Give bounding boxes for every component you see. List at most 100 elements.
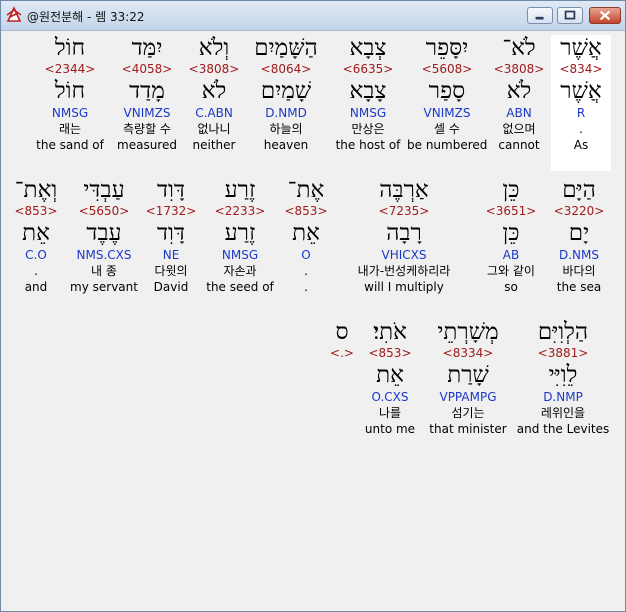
word-cell[interactable]: עַבְדִּי <5650> עֶבֶד NMS.CXS 내 종 my ser… <box>67 177 141 295</box>
word-cell[interactable]: וְלֹא <3808> לֹא C.ABN 없나니 neither <box>185 35 243 153</box>
word-cell[interactable]: הַלְוִיִּם <3881> לֵוִיִּי D.NMP 레위인을 an… <box>515 319 611 437</box>
english-gloss: so <box>504 280 518 294</box>
english-gloss: the sand of <box>36 138 104 152</box>
korean-gloss: 없으며 <box>502 122 536 136</box>
strong-number: <7235> <box>378 204 430 218</box>
strong-number: <3881> <box>537 346 589 360</box>
korean-gloss: 다윗의 <box>154 264 188 278</box>
parse-code: NMSG <box>221 248 259 262</box>
strong-number: <8334> <box>442 346 494 360</box>
english-gloss: measured <box>117 138 177 152</box>
hebrew-root: לֵוִיִּי <box>548 362 578 388</box>
hebrew-root: שָׁרַת <box>447 362 489 388</box>
strong-number: <5650> <box>78 204 130 218</box>
korean-gloss: . <box>579 122 583 136</box>
close-button[interactable] <box>589 7 621 24</box>
korean-gloss: . <box>34 264 38 278</box>
korean-gloss: 자손과 <box>223 264 257 278</box>
hebrew-root: חוֹל <box>54 78 86 104</box>
window-title: @원전분해 - 렘 33:22 <box>27 10 145 24</box>
hebrew-root: זֶרַע <box>224 220 256 246</box>
english-gloss: the host of <box>335 138 401 152</box>
word-cell[interactable]: צְבָא <6635> צָבָא NMSG 만상은 the host of <box>331 35 405 153</box>
hebrew-word: ס <box>335 319 349 345</box>
parse-code <box>327 389 357 405</box>
korean-gloss: 내 종 <box>91 264 117 278</box>
word-cell[interactable]: מְשָׁרְתֵי <8334> שָׁרַת VPPAMPG 섬기는 tha… <box>425 319 511 437</box>
korean-gloss: 섬기는 <box>451 406 485 420</box>
parse-code: NMS.CXS <box>76 248 132 262</box>
strong-number: <.> <box>330 346 354 360</box>
parse-code: R <box>576 106 586 120</box>
strong-number: <3220> <box>553 204 605 218</box>
strong-number: <853> <box>284 204 328 218</box>
strong-number: <2233> <box>214 204 266 218</box>
parse-code: NE <box>162 248 180 262</box>
hebrew-word: אַרְבֶּה <box>379 177 429 203</box>
word-cell[interactable]: וְאֶת־ <853> אֵת C.O . and <box>7 177 65 295</box>
hebrew-root: אֵת <box>22 220 50 246</box>
korean-gloss <box>327 405 357 421</box>
word-cell[interactable]: אַרְבֶּה <7235> רָבָה VHICXS 내가-번성케하리라 w… <box>335 177 473 295</box>
english-gloss: and <box>24 280 48 294</box>
word-cell[interactable]: חוֹל <2344> חוֹל NMSG 래는 the sand of <box>33 35 107 153</box>
hebrew-root: אֵת <box>292 220 320 246</box>
title-bar[interactable]: @원전분해 - 렘 33:22 <box>1 1 625 31</box>
word-cell[interactable]: לֹא־ <3808> לֹא ABN 없으며 cannot <box>491 35 547 153</box>
hebrew-root: מָדַד <box>129 78 165 104</box>
hebrew-word: צְבָא <box>349 35 387 61</box>
hebrew-word: זֶרַע <box>224 177 256 203</box>
word-cell[interactable]: יִמַּד <4058> מָדַד VNIMZS 측량할 수 measure… <box>111 35 183 153</box>
word-cell[interactable]: דָּוִד <1732> דָּוִד NE 다윗의 David <box>143 177 199 295</box>
english-gloss: the sea <box>556 280 602 294</box>
parse-code: ABN <box>506 106 532 120</box>
word-cell[interactable]: ס <.> <box>327 319 357 437</box>
word-cell[interactable]: אֹתִי׃ <853> אֵת O.CXS 나를 unto me <box>359 319 421 437</box>
strong-number: <6635> <box>342 62 394 76</box>
korean-gloss: 나를 <box>378 406 402 420</box>
parse-code: AB <box>502 248 520 262</box>
parse-code: NMSG <box>51 106 89 120</box>
korean-gloss: 측량할 수 <box>123 122 171 136</box>
korean-gloss: 레위인을 <box>540 406 586 420</box>
strong-number: <3808> <box>188 62 240 76</box>
hebrew-word: לֹא־ <box>502 35 536 61</box>
word-cell[interactable]: כֵּן <3651> כֵּן AB 그와 같이 so <box>475 177 547 295</box>
hebrew-word: עַבְדִּי <box>83 177 125 203</box>
word-cell[interactable]: אֶת־ <853> אֵת O . . <box>279 177 333 295</box>
korean-gloss: 바다의 <box>562 264 596 278</box>
hebrew-root: לֹא <box>506 78 532 104</box>
word-cell[interactable]: הַשָּׁמַיִם <8064> שָׁמַיִם D.NMD 하늘의 he… <box>245 35 327 153</box>
parse-code: C.ABN <box>195 106 233 120</box>
hebrew-word: יִמַּד <box>131 35 163 61</box>
word-cell[interactable]: יִסָּפֵר <5608> סָפַר VNIMZS 셀 수 be numb… <box>407 35 487 153</box>
hebrew-word: אֲשֶׁר <box>560 35 602 61</box>
minimize-button[interactable] <box>527 7 553 24</box>
app-window: @원전분해 - 렘 33:22 אֲשֶׁר <834> אֲשֶׁר R . … <box>0 0 626 612</box>
hebrew-word: כֵּן <box>502 177 520 203</box>
hebrew-word: אֶת־ <box>287 177 325 203</box>
hebrew-root: כֵּן <box>502 220 520 246</box>
english-gloss: will I multiply <box>364 280 444 294</box>
strong-number: <3808> <box>493 62 545 76</box>
parse-code: O <box>301 248 311 262</box>
parse-code: VPPAMPG <box>439 390 497 404</box>
hebrew-root: עֶבֶד <box>86 220 122 246</box>
hebrew-root: סָפַר <box>428 78 466 104</box>
strong-number: <5608> <box>421 62 473 76</box>
hebrew-word: אֹתִי׃ <box>373 319 407 345</box>
hebrew-root: יָם <box>568 220 590 246</box>
parse-code: D.NMP <box>543 390 583 404</box>
word-cell[interactable]: הַיָּם <3220> יָם D.NMS 바다의 the sea <box>549 177 609 295</box>
hebrew-root: לֹא <box>201 78 227 104</box>
english-gloss: that minister <box>429 422 507 436</box>
parse-code: D.NMS <box>558 248 599 262</box>
word-cell[interactable]: זֶרַע <2233> זֶרַע NMSG 자손과 the seed of <box>201 177 279 295</box>
english-gloss: unto me <box>364 422 416 436</box>
english-gloss: cannot <box>498 138 540 152</box>
english-gloss: . <box>304 280 308 294</box>
maximize-button[interactable] <box>557 7 583 24</box>
word-cell[interactable]: אֲשֶׁר <834> אֲשֶׁר R . As <box>551 35 611 171</box>
hebrew-word: מְשָׁרְתֵי <box>437 319 499 345</box>
english-gloss: my servant <box>70 280 138 294</box>
